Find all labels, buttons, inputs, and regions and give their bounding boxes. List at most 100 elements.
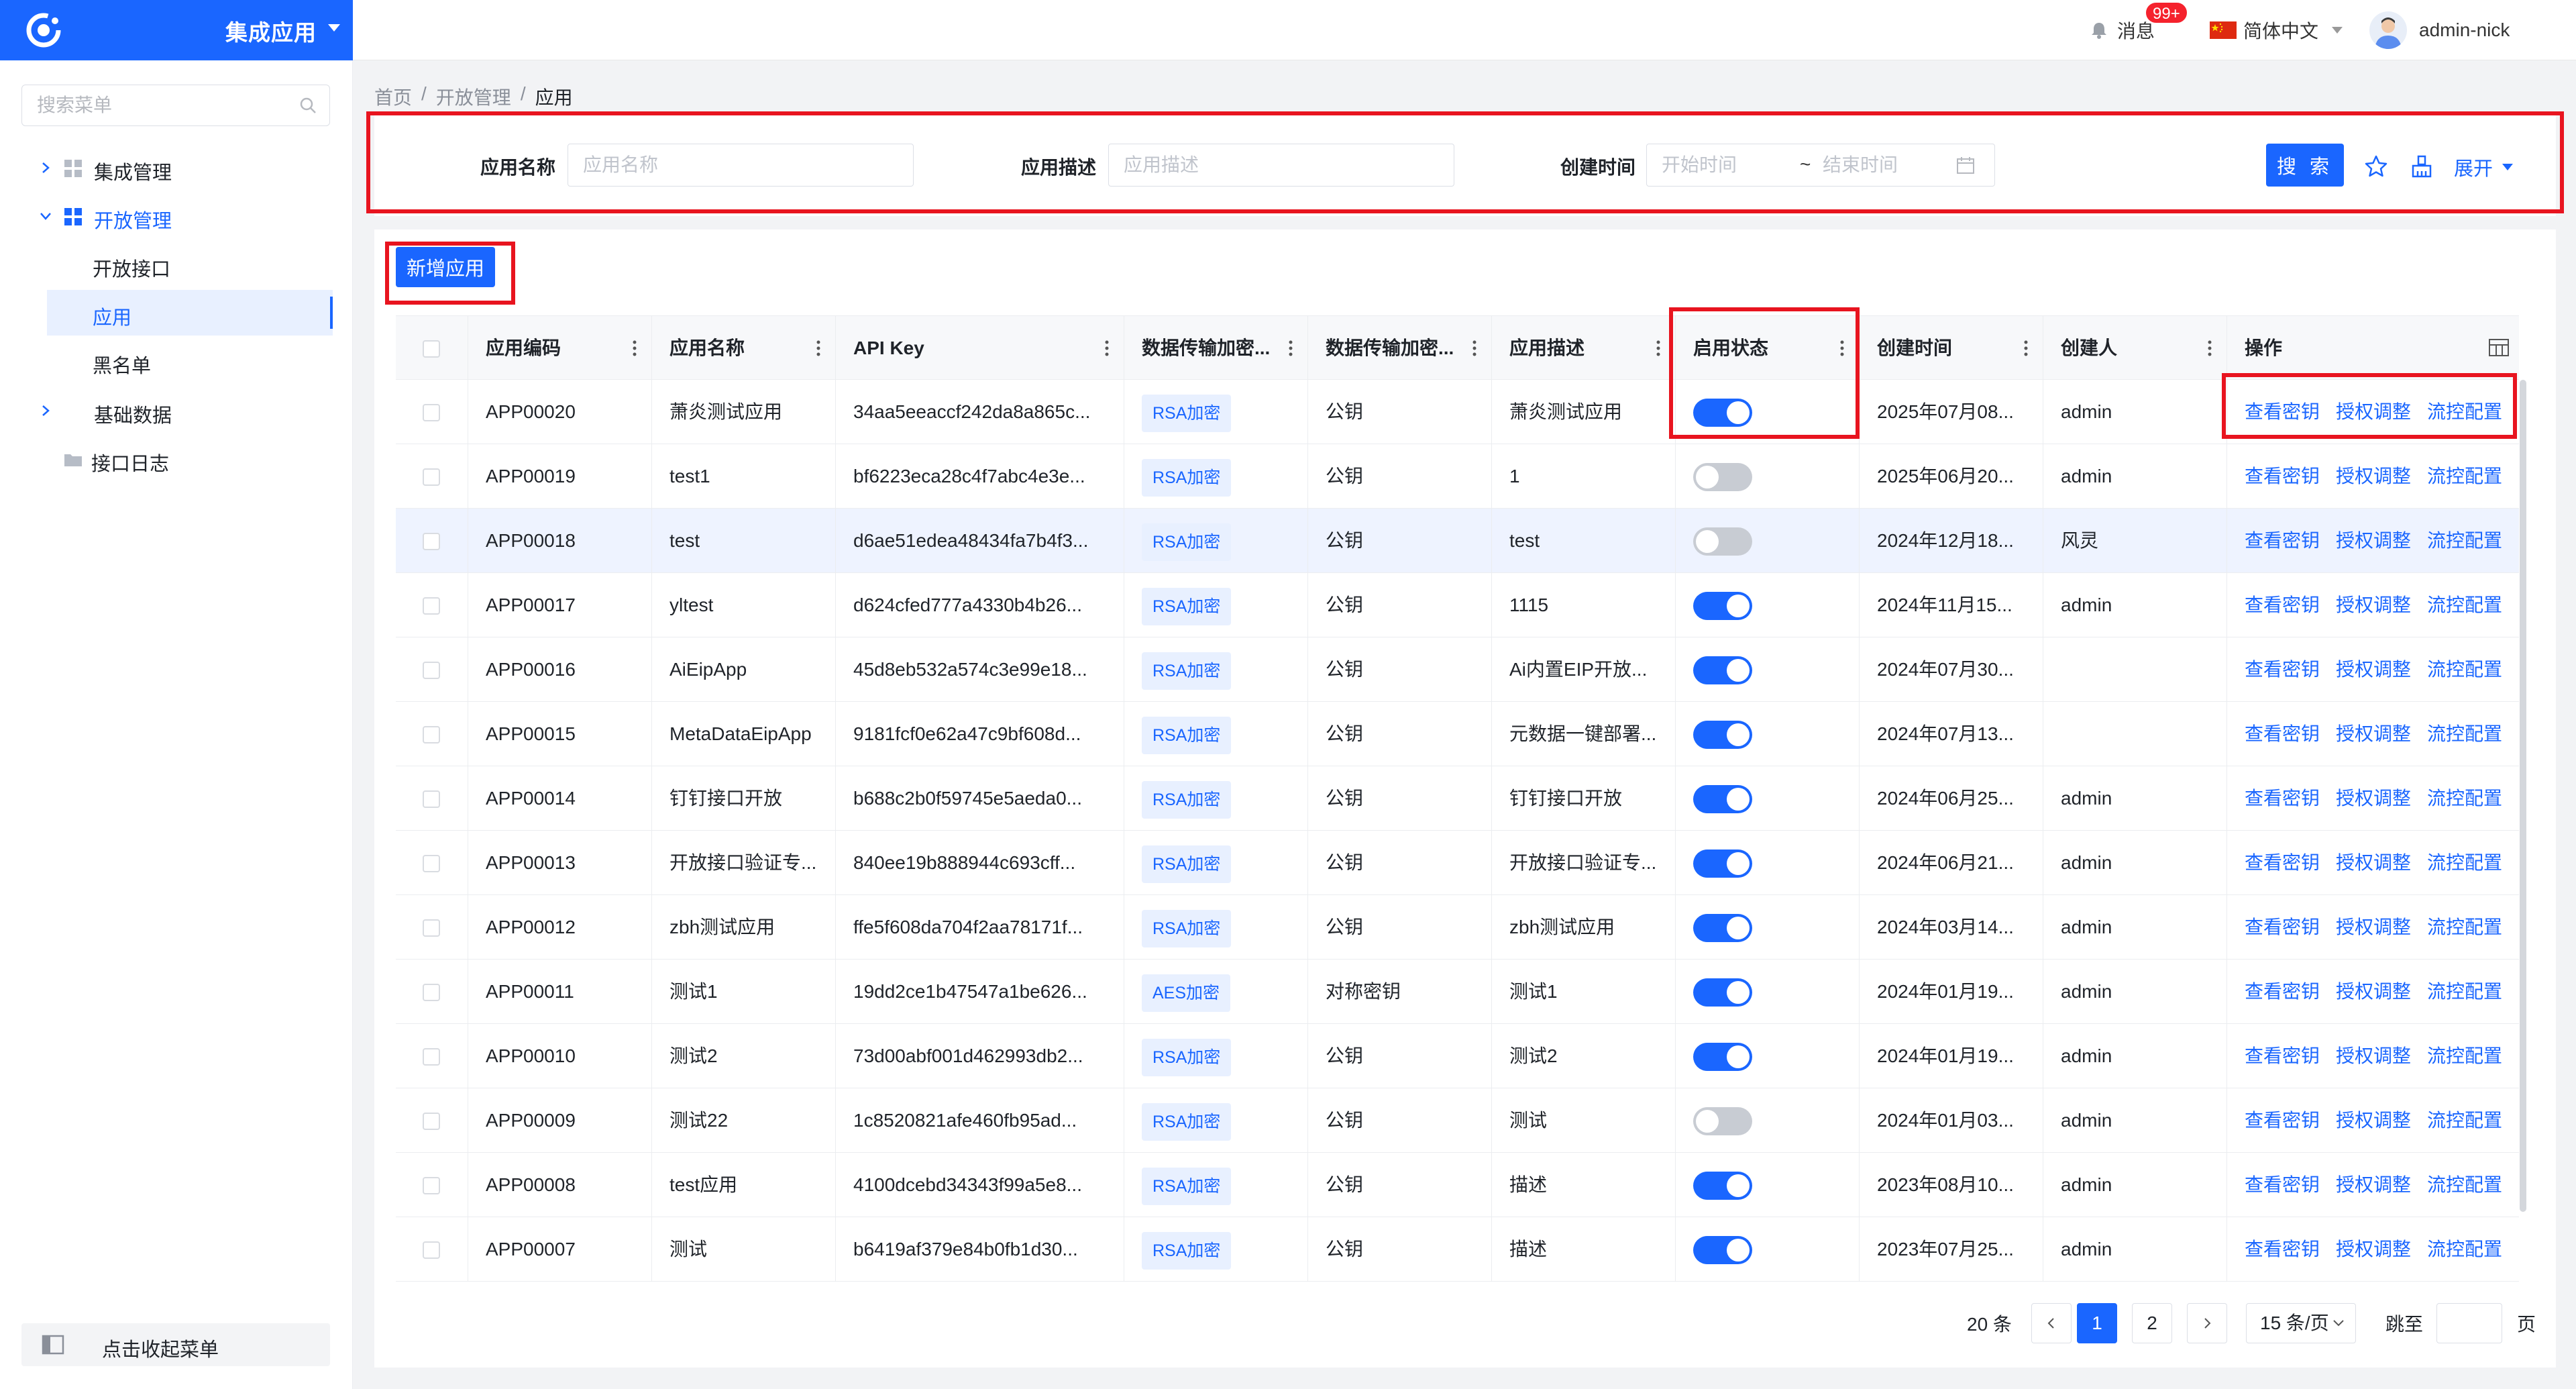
breadcrumb-open-management[interactable]: 开放管理 (436, 83, 511, 110)
view-key-link[interactable]: 查看密钥 (2245, 530, 2320, 551)
enable-status-toggle[interactable] (1693, 850, 1752, 878)
flow-control-link[interactable]: 流控配置 (2427, 530, 2502, 551)
flow-control-link[interactable]: 流控配置 (2427, 917, 2502, 937)
adjust-auth-link[interactable]: 授权调整 (2336, 595, 2411, 615)
enable-status-toggle[interactable] (1693, 399, 1752, 427)
adjust-auth-link[interactable]: 授权调整 (2336, 401, 2411, 422)
row-checkbox[interactable] (423, 662, 440, 679)
enable-status-toggle[interactable] (1693, 527, 1752, 556)
enable-status-toggle[interactable] (1693, 978, 1752, 1007)
col-header[interactable]: 应用描述 (1492, 316, 1676, 380)
row-checkbox[interactable] (423, 855, 440, 872)
adjust-auth-link[interactable]: 授权调整 (2336, 852, 2411, 873)
row-checkbox[interactable] (423, 726, 440, 743)
flow-control-link[interactable]: 流控配置 (2427, 723, 2502, 744)
sidebar-item-blacklist[interactable]: 黑名单 (0, 338, 353, 384)
view-key-link[interactable]: 查看密钥 (2245, 659, 2320, 680)
select-all-checkbox[interactable] (423, 340, 440, 358)
row-checkbox[interactable] (423, 919, 440, 937)
sidebar-item-open-api[interactable]: 开放接口 (0, 242, 353, 287)
row-checkbox[interactable] (423, 468, 440, 486)
row-checkbox[interactable] (423, 984, 440, 1001)
enable-status-toggle[interactable] (1693, 1107, 1752, 1135)
column-menu-icon[interactable] (1472, 340, 1477, 356)
expand-filters-button[interactable]: 展开 (2454, 153, 2514, 181)
adjust-auth-link[interactable]: 授权调整 (2336, 1239, 2411, 1259)
column-menu-icon[interactable] (816, 340, 820, 356)
search-button[interactable]: 搜 索 (2266, 144, 2344, 187)
adjust-auth-link[interactable]: 授权调整 (2336, 1045, 2411, 1066)
enable-status-toggle[interactable] (1693, 592, 1752, 620)
adjust-auth-link[interactable]: 授权调整 (2336, 530, 2411, 551)
adjust-auth-link[interactable]: 授权调整 (2336, 659, 2411, 680)
view-key-link[interactable]: 查看密钥 (2245, 595, 2320, 615)
flow-control-link[interactable]: 流控配置 (2427, 659, 2502, 680)
enable-status-toggle[interactable] (1693, 1236, 1752, 1264)
page-size-select[interactable]: 15 条/页 (2246, 1303, 2356, 1343)
breadcrumb-home[interactable]: 首页 (374, 83, 412, 110)
adjust-auth-link[interactable]: 授权调整 (2336, 917, 2411, 937)
prev-page-button[interactable] (2031, 1303, 2072, 1343)
adjust-auth-link[interactable]: 授权调整 (2336, 1174, 2411, 1195)
enable-status-toggle[interactable] (1693, 656, 1752, 684)
page-2-button[interactable]: 2 (2132, 1303, 2172, 1343)
next-page-button[interactable] (2187, 1303, 2227, 1343)
view-key-link[interactable]: 查看密钥 (2245, 1239, 2320, 1259)
page-1-button[interactable]: 1 (2077, 1303, 2117, 1343)
flow-control-link[interactable]: 流控配置 (2427, 1174, 2502, 1195)
adjust-auth-link[interactable]: 授权调整 (2336, 981, 2411, 1002)
enable-status-toggle[interactable] (1693, 721, 1752, 749)
row-checkbox[interactable] (423, 1113, 440, 1130)
clear-icon[interactable] (2410, 154, 2434, 178)
app-desc-input[interactable] (1109, 144, 1454, 186)
start-date-input[interactable] (1662, 144, 1789, 186)
col-header[interactable]: 应用名称 (652, 316, 836, 380)
row-checkbox[interactable] (423, 1241, 440, 1259)
search-icon[interactable] (297, 95, 319, 116)
column-menu-icon[interactable] (1840, 340, 1844, 356)
flow-control-link[interactable]: 流控配置 (2427, 595, 2502, 615)
sidebar-item-open-management[interactable]: 开放管理 (0, 193, 353, 239)
view-key-link[interactable]: 查看密钥 (2245, 1110, 2320, 1131)
adjust-auth-link[interactable]: 授权调整 (2336, 1110, 2411, 1131)
collapse-menu-button[interactable]: 点击收起菜单 (21, 1323, 330, 1366)
col-header[interactable]: 启用状态 (1676, 316, 1860, 380)
add-app-button[interactable]: 新增应用 (396, 247, 495, 287)
calendar-icon[interactable] (1955, 155, 1976, 175)
view-key-link[interactable]: 查看密钥 (2245, 981, 2320, 1002)
sidebar-item-integration[interactable]: 集成管理 (0, 145, 353, 191)
view-key-link[interactable]: 查看密钥 (2245, 788, 2320, 809)
adjust-auth-link[interactable]: 授权调整 (2336, 723, 2411, 744)
column-settings-icon[interactable] (2488, 338, 2510, 358)
row-checkbox[interactable] (423, 1048, 440, 1066)
col-header[interactable]: 数据传输加密... (1124, 316, 1308, 380)
column-menu-icon[interactable] (1289, 340, 1293, 356)
app-name-input[interactable] (568, 144, 913, 186)
row-checkbox[interactable] (423, 1177, 440, 1194)
row-checkbox[interactable] (423, 790, 440, 808)
col-header[interactable]: 数据传输加密... (1308, 316, 1492, 380)
col-header[interactable]: 创建时间 (1860, 316, 2043, 380)
row-checkbox[interactable] (423, 533, 440, 550)
language-selector[interactable]: 简体中文 (2210, 0, 2343, 60)
view-key-link[interactable]: 查看密钥 (2245, 723, 2320, 744)
column-menu-icon[interactable] (2208, 340, 2212, 356)
col-header[interactable]: 应用编码 (468, 316, 652, 380)
flow-control-link[interactable]: 流控配置 (2427, 1239, 2502, 1259)
app-switcher[interactable]: 集成应用 (0, 0, 353, 60)
flow-control-link[interactable]: 流控配置 (2427, 981, 2502, 1002)
column-menu-icon[interactable] (1105, 340, 1109, 356)
sidebar-item-api-log[interactable]: 接口日志 (0, 436, 353, 482)
col-header[interactable]: API Key (836, 316, 1124, 380)
adjust-auth-link[interactable]: 授权调整 (2336, 466, 2411, 486)
flow-control-link[interactable]: 流控配置 (2427, 401, 2502, 422)
column-menu-icon[interactable] (2024, 340, 2028, 356)
sidebar-item-basic-data[interactable]: 基础数据 (0, 388, 353, 433)
view-key-link[interactable]: 查看密钥 (2245, 401, 2320, 422)
table-scrollbar[interactable] (2520, 380, 2526, 1212)
column-menu-icon[interactable] (1656, 340, 1660, 356)
enable-status-toggle[interactable] (1693, 914, 1752, 942)
column-menu-icon[interactable] (633, 340, 637, 356)
view-key-link[interactable]: 查看密钥 (2245, 917, 2320, 937)
flow-control-link[interactable]: 流控配置 (2427, 788, 2502, 809)
